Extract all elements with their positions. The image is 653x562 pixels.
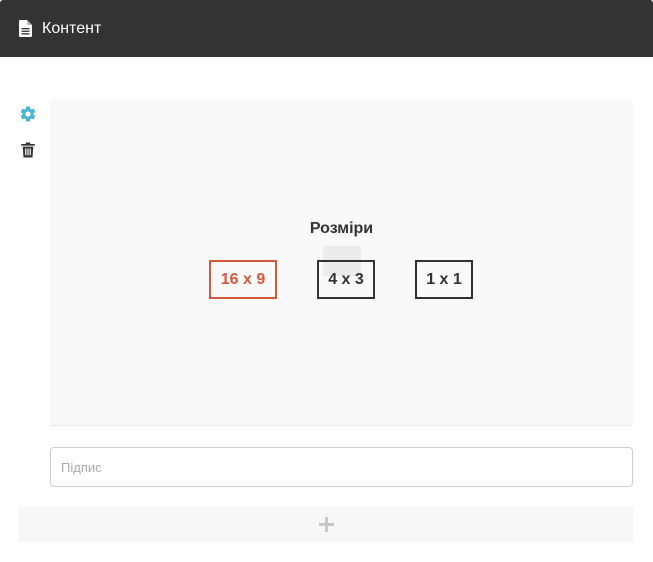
caption-input[interactable] [50,447,633,487]
trash-icon[interactable] [19,141,37,159]
sizes-title: Розміри [309,220,374,237]
size-4x3-button[interactable]: 4 x 3 [317,260,375,299]
document-icon [19,20,32,37]
image-placeholder-area: Розміри 16 x 9 4 x 3 1 x 1 [50,100,633,426]
content-header: Контент [0,0,653,57]
block-tools [19,105,39,177]
plus-icon [318,517,334,532]
size-1x1-button[interactable]: 1 x 1 [415,260,473,299]
gear-icon[interactable] [19,105,37,123]
add-block-button[interactable] [19,507,633,542]
size-16x9-button[interactable]: 16 x 9 [209,260,277,299]
header-title: Контент [42,19,102,37]
